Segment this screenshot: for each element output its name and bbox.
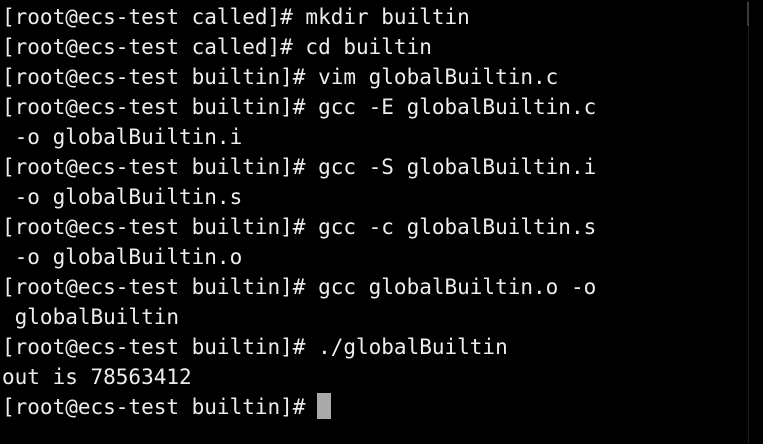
terminal-line: [root@ecs-test builtin]# gcc -c globalBu… [2, 215, 597, 239]
terminal-line: [root@ecs-test called]# cd builtin [2, 35, 432, 59]
terminal-line: out is 78563412 [2, 365, 192, 389]
terminal-line: -o globalBuiltin.o [2, 245, 243, 269]
shell-prompt: [root@ecs-test builtin]# [2, 395, 306, 419]
terminal-line: [root@ecs-test builtin]# gcc globalBuilt… [2, 275, 597, 299]
text-cursor [317, 393, 332, 419]
terminal-scrollbar[interactable] [748, 0, 749, 444]
terminal-line: [root@ecs-test builtin]# gcc -E globalBu… [2, 95, 597, 119]
terminal-line: [root@ecs-test called]# mkdir builtin [2, 5, 470, 29]
terminal-line: globalBuiltin [2, 305, 180, 329]
scrollbar-thumb[interactable] [747, 2, 749, 26]
terminal-line: [root@ecs-test builtin]# gcc -S globalBu… [2, 155, 597, 179]
terminal-window[interactable]: [root@ecs-test called]# mkdir builtin [r… [0, 0, 763, 444]
terminal-output: [root@ecs-test called]# mkdir builtin [r… [2, 2, 747, 422]
prompt-line[interactable]: [root@ecs-test builtin]# [2, 392, 747, 422]
terminal-line: [root@ecs-test builtin]# ./globalBuiltin [2, 335, 508, 359]
terminal-line: -o globalBuiltin.i [2, 125, 243, 149]
terminal-line: [root@ecs-test builtin]# vim globalBuilt… [2, 65, 559, 89]
terminal-line: -o globalBuiltin.s [2, 185, 243, 209]
